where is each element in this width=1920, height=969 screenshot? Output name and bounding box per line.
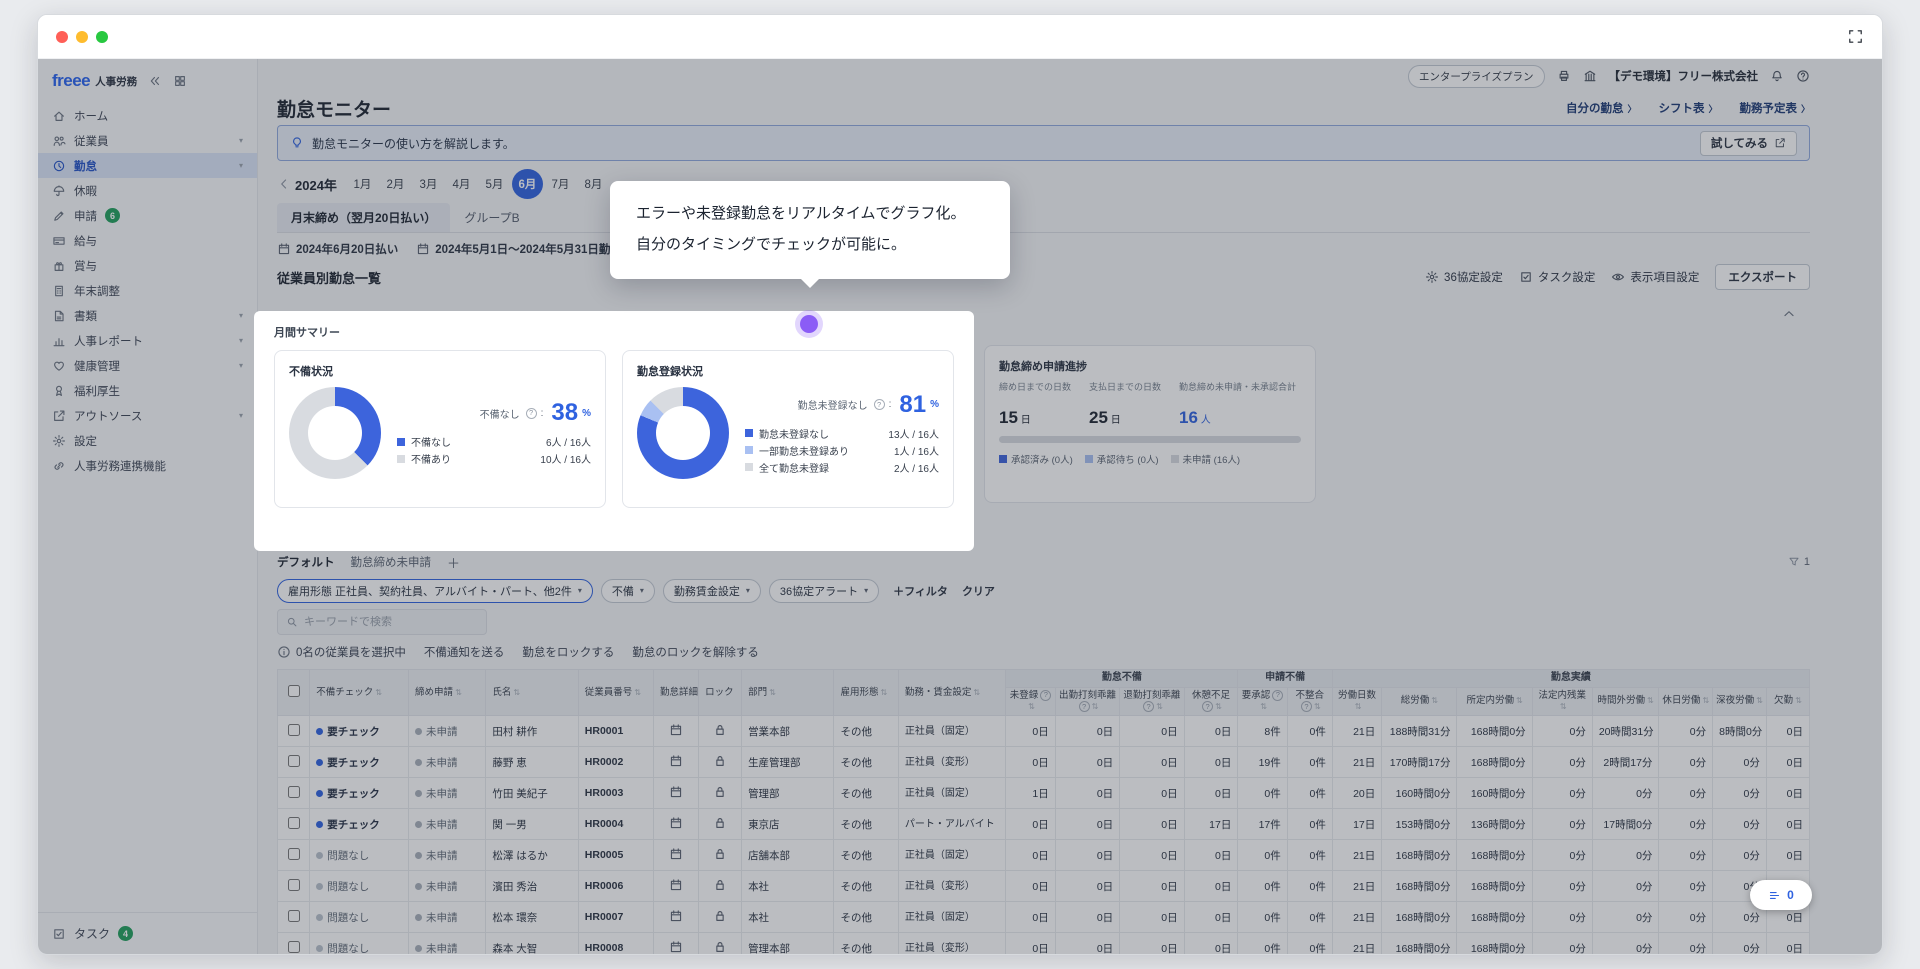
legend-item: 勤怠未登録なし13人 / 16人 <box>745 425 939 442</box>
zoom-window-button[interactable] <box>96 31 108 43</box>
summary-cards: 不備状況不備なし?:38%不備なし6人 / 16人不備あり10人 / 16人勤怠… <box>274 350 954 508</box>
fab-count: 0 <box>1787 888 1794 902</box>
tour-spotlight-panel: 月間サマリー 不備状況不備なし?:38% 不備なし6人 / 16人不備あり10人 … <box>254 311 974 551</box>
chart-legend: 勤怠未登録なし13人 / 16人一部勤怠未登録あり1人 / 16人全て勤怠未登録… <box>745 425 939 476</box>
legend-item: 不備あり10人 / 16人 <box>397 450 591 467</box>
chart-legend: 不備なし6人 / 16人不備あり10人 / 16人 <box>397 433 591 467</box>
tooltip-line: 自分のタイミングでチェックが可能に。 <box>636 230 984 261</box>
donut-chart <box>289 387 381 479</box>
chart-title: 不備状況 <box>289 363 591 379</box>
list-icon <box>1768 889 1781 902</box>
donut-chart <box>637 387 729 479</box>
fullscreen-icon[interactable] <box>1847 28 1864 45</box>
app-content: freee 人事労務 ホーム従業員▾勤怠▾休暇申請6給与賞与年末調整書類▾人事レ… <box>38 59 1882 954</box>
chart-headline: 勤怠未登録なし?:81% <box>745 391 939 419</box>
help-icon[interactable]: ? <box>526 408 537 419</box>
legend-item: 不備なし6人 / 16人 <box>397 433 591 450</box>
minimize-window-button[interactable] <box>76 31 88 43</box>
help-icon[interactable]: ? <box>874 399 885 410</box>
summary-chart-card-1: 不備状況不備なし?:38% 不備なし6人 / 16人不備あり10人 / 16人 <box>274 350 606 508</box>
summary-title: 月間サマリー <box>274 324 954 340</box>
traffic-lights <box>56 31 108 43</box>
task-fab[interactable]: 0 <box>1750 880 1812 910</box>
legend-item: 一部勤怠未登録あり1人 / 16人 <box>745 442 939 459</box>
tour-tooltip: エラーや未登録勤怠をリアルタイムでグラフ化。 自分のタイミングでチェックが可能に… <box>610 181 1010 279</box>
app-window: freee 人事労務 ホーム従業員▾勤怠▾休暇申請6給与賞与年末調整書類▾人事レ… <box>37 14 1883 955</box>
window-titlebar <box>38 15 1882 59</box>
close-window-button[interactable] <box>56 31 68 43</box>
legend-item: 全て勤怠未登録2人 / 16人 <box>745 459 939 476</box>
tour-beacon[interactable] <box>800 315 818 333</box>
chart-title: 勤怠登録状況 <box>637 363 939 379</box>
chart-headline: 不備なし?:38% <box>397 399 591 427</box>
tooltip-line: エラーや未登録勤怠をリアルタイムでグラフ化。 <box>636 199 984 230</box>
summary-chart-card-2: 勤怠登録状況勤怠未登録なし?:81% 勤怠未登録なし13人 / 16人一部勤怠未登… <box>622 350 954 508</box>
